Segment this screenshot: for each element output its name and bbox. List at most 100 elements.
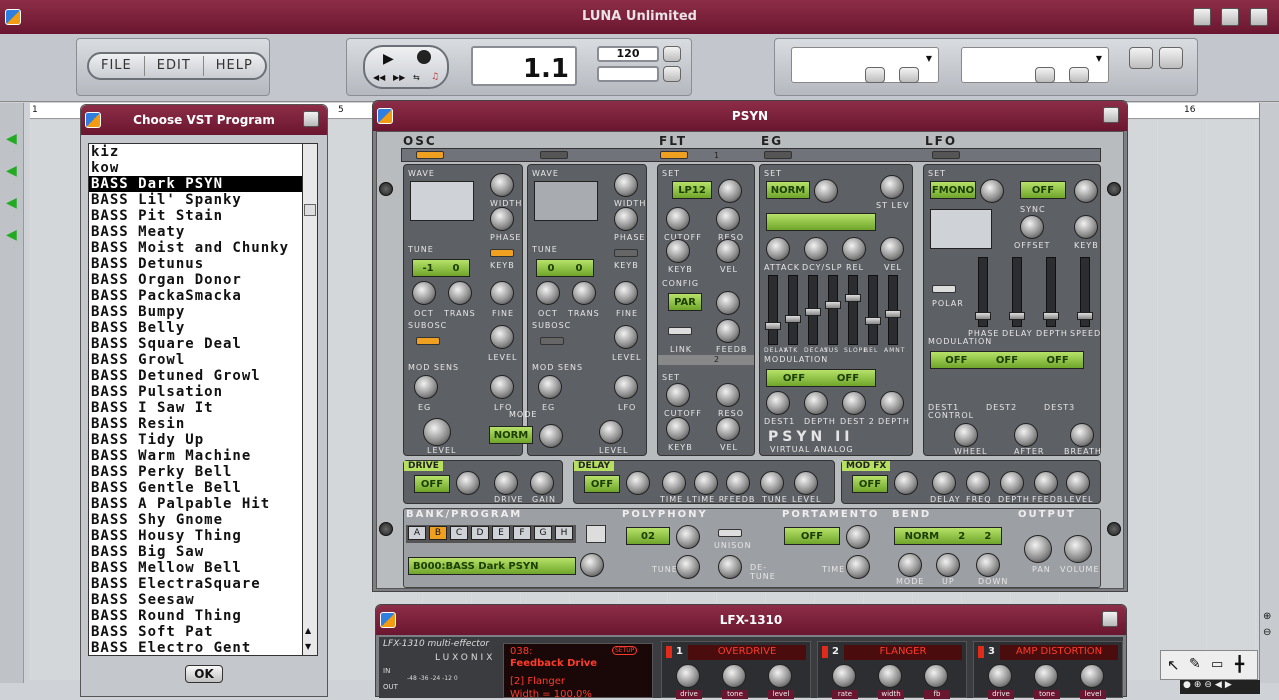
slot-fb-knob[interactable] [924,664,948,688]
flt-vel-knob[interactable] [716,239,740,263]
list-button[interactable] [899,67,919,83]
program-list-item[interactable]: BASS Shy Gnome [89,512,303,528]
modfx-depth-knob[interactable] [1000,471,1024,495]
lfo-sync-display[interactable]: OFF [1020,181,1066,199]
eg-select[interactable] [764,151,792,159]
program-list-item[interactable]: BASS Belly [89,320,303,336]
drive-select-knob[interactable] [456,471,480,495]
program-list-item[interactable]: kow [89,160,303,176]
play-icon[interactable]: ▶ [383,51,394,67]
pencil-tool-icon[interactable]: ✎ [1189,656,1201,672]
program-list-item[interactable]: BASS Bumpy [89,304,303,320]
flt-keyb-knob[interactable] [666,239,690,263]
scroll-thumb[interactable] [304,204,316,216]
eg-slider-amnt[interactable] [885,275,901,345]
track-speaker-icon[interactable]: ◀ [6,131,17,147]
lfo-slider-phase[interactable] [975,257,991,327]
bank-b-button[interactable]: B [429,526,447,540]
slot-tone-knob[interactable] [722,664,746,688]
detune-knob[interactable] [718,555,742,579]
zoom-out-icon[interactable]: ⊖ [1263,627,1271,638]
drive-display[interactable]: OFF [414,475,450,493]
slot-effect-name[interactable]: AMP DISTORTION [1000,645,1118,660]
vst-program-list[interactable]: kiz kow BASS Dark PSYN BASS Lil' Spanky BASS… [88,143,304,656]
program-list-item[interactable]: BASS Resin [89,416,303,432]
polyphony-tune-knob[interactable] [676,555,700,579]
fast-forward-icon[interactable]: ▶▶ [393,73,405,82]
record-icon[interactable] [417,50,431,64]
program-list-item[interactable]: BASS Mellow Bell [89,560,303,576]
flt-type-knob[interactable] [718,179,742,203]
lfo-mode-knob[interactable] [980,179,1004,203]
bank-g-button[interactable]: G [534,526,552,540]
program-display[interactable]: B000:BASS Dark PSYN [408,557,576,575]
program-list-item[interactable]: BASS Detuned Growl [89,368,303,384]
track-speaker-icon[interactable]: ◀ [6,227,17,243]
polyphony-display[interactable]: 02 [626,527,670,545]
eg-depth1-knob[interactable] [804,391,828,415]
lfo-breath-knob[interactable] [1070,423,1094,447]
modfx-display[interactable]: OFF [852,475,888,493]
osc1-tune-display[interactable]: -1 0 [412,259,470,277]
flt-tab-2[interactable]: 2 [714,355,720,364]
option-button-1[interactable] [1129,47,1153,69]
bank-d-button[interactable]: D [471,526,489,540]
lfo-slider-depth[interactable] [1043,257,1059,327]
osc1-subosc-button[interactable] [416,337,440,345]
osc2-subosc-button[interactable] [540,337,564,345]
slider-thumb[interactable] [805,308,821,316]
program-list-item[interactable]: BASS Electro Gent [89,640,303,655]
lfo-keyb-knob[interactable] [1074,215,1098,239]
split-tool-icon[interactable]: ╋ [1235,655,1244,673]
eg-modulation-display[interactable]: OFF OFF [766,369,876,387]
slider-thumb[interactable] [785,315,801,323]
program-list-item[interactable]: BASS Pulsation [89,384,303,400]
eg-attack-knob[interactable] [766,237,790,261]
osc2-phase-knob[interactable] [614,207,638,231]
eg-slider-atk[interactable] [785,275,801,345]
slot-drive-knob[interactable] [676,664,700,688]
program-list-item[interactable]: BASS Organ Donor [89,272,303,288]
flt-cutoff-knob[interactable] [666,207,690,231]
position-display[interactable]: 1.1 [471,46,577,86]
eg-decay-knob[interactable] [804,237,828,261]
slot-width-knob[interactable] [878,664,902,688]
slider-thumb[interactable] [765,322,781,330]
flt2-keyb-knob[interactable] [666,417,690,441]
osc2-keyb-button[interactable] [614,249,638,257]
osc2-select[interactable] [540,151,568,159]
time-signature-field[interactable] [597,66,659,82]
lfo-slider-delay[interactable] [1009,257,1025,327]
program-list-item[interactable]: BASS I Saw It [89,400,303,416]
program-list-item[interactable]: BASS Perky Bell [89,464,303,480]
osc2-trans-knob[interactable] [572,281,596,305]
route-arrow-button-2[interactable] [1035,67,1055,83]
slider-thumb[interactable] [865,317,881,325]
route-arrow-button[interactable] [865,67,885,83]
program-list-item[interactable]: kiz [89,144,303,160]
lfo-modulation-display[interactable]: OFF OFF OFF [930,351,1084,369]
mode-knob[interactable] [539,424,563,448]
osc1-select[interactable] [416,151,444,159]
menu-help[interactable]: HELP [204,56,265,76]
eg-slider-rel[interactable] [865,275,881,345]
modfx-select-knob[interactable] [894,471,918,495]
osc1-phase-knob[interactable] [490,207,514,231]
osc1-eg-knob[interactable] [414,375,438,399]
flt2-cutoff-knob[interactable] [666,383,690,407]
program-list-item[interactable]: BASS Round Thing [89,608,303,624]
program-list-item[interactable]: BASS PackaSmacka [89,288,303,304]
lfo-polar-button[interactable] [932,285,956,293]
metronome-icon[interactable]: ♫ [431,72,439,82]
osc1-width-knob[interactable] [490,173,514,197]
flt-feedb-knob[interactable] [716,319,740,343]
tempo-tap-button[interactable] [663,46,681,62]
slot-rate-knob[interactable] [832,664,856,688]
bank-f-button[interactable]: F [513,526,531,540]
program-list-scrollbar[interactable]: ▲ ▼ [302,143,318,656]
program-list-item[interactable]: BASS Detunus [89,256,303,272]
zoom-controls[interactable]: ●⊕⊖◀▶ [1180,680,1260,694]
lfo-wheel-knob[interactable] [954,423,978,447]
eg-dest2-knob[interactable] [842,391,866,415]
eg-slider-decay[interactable] [805,275,821,345]
